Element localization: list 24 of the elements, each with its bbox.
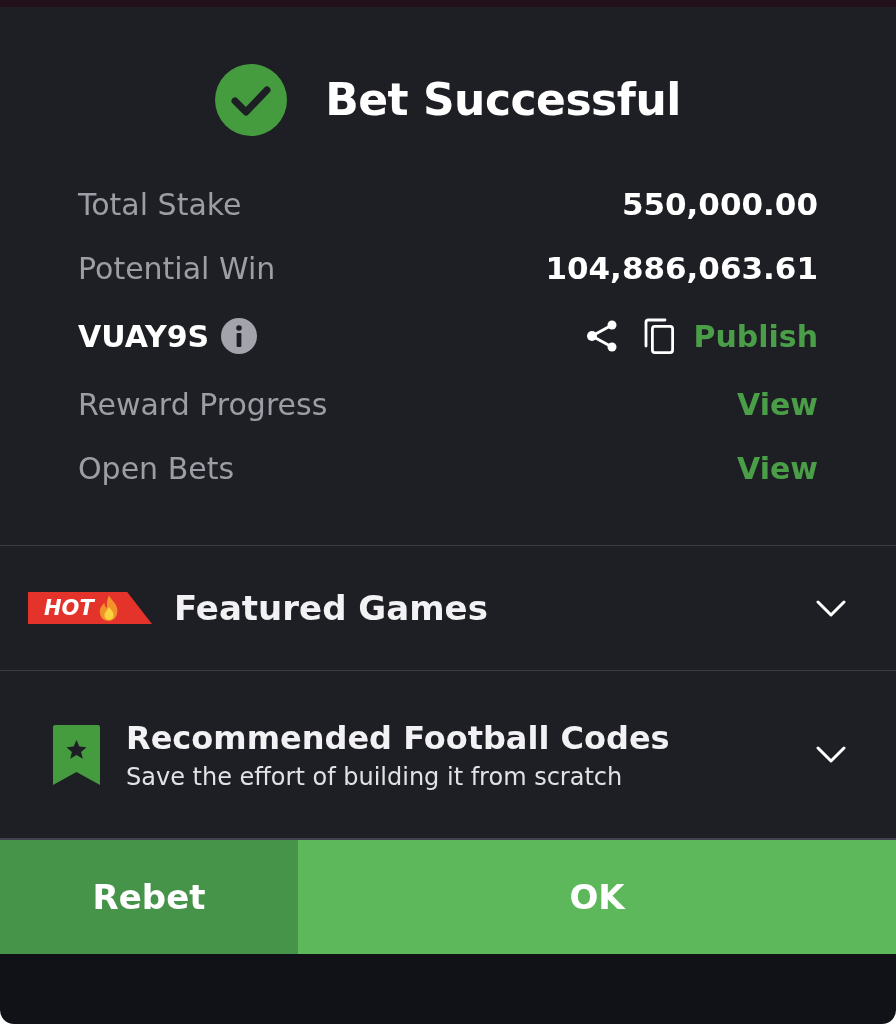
summary-label: Open Bets <box>78 450 235 486</box>
booking-code: VUAY9S <box>78 318 210 354</box>
info-icon[interactable] <box>221 318 258 354</box>
section-title: Featured Games <box>174 588 489 628</box>
summary-label: Potential Win <box>78 250 276 286</box>
flame-icon <box>97 594 120 622</box>
summary-value: 550,000.00 <box>621 186 818 222</box>
dialog-title: Bet Successful <box>325 75 681 125</box>
copy-icon[interactable] <box>643 318 676 354</box>
publish-link[interactable]: Publish <box>693 318 818 354</box>
expandable-section[interactable]: HOT Featured Games <box>0 545 896 670</box>
summary-value: 104,886,063.61 <box>545 250 818 286</box>
section-subtitle: Save the effort of building it from scratch <box>126 762 623 791</box>
summary-label: Reward Progress <box>78 386 328 422</box>
bookmark-star-icon <box>53 724 100 785</box>
section-title: Recommended Football Codes <box>126 718 670 757</box>
ok-button[interactable]: OK <box>298 840 896 954</box>
view-link[interactable]: View <box>736 450 818 486</box>
rebet-button[interactable]: Rebet <box>0 840 298 954</box>
check-circle-icon <box>215 64 288 136</box>
badge-text: HOT <box>44 597 94 619</box>
summary-label: Total Stake <box>78 186 242 222</box>
expandable-section[interactable]: Recommended Football Codes Save the effort of building it from scratch <box>0 670 896 838</box>
view-link[interactable]: View <box>736 386 818 422</box>
